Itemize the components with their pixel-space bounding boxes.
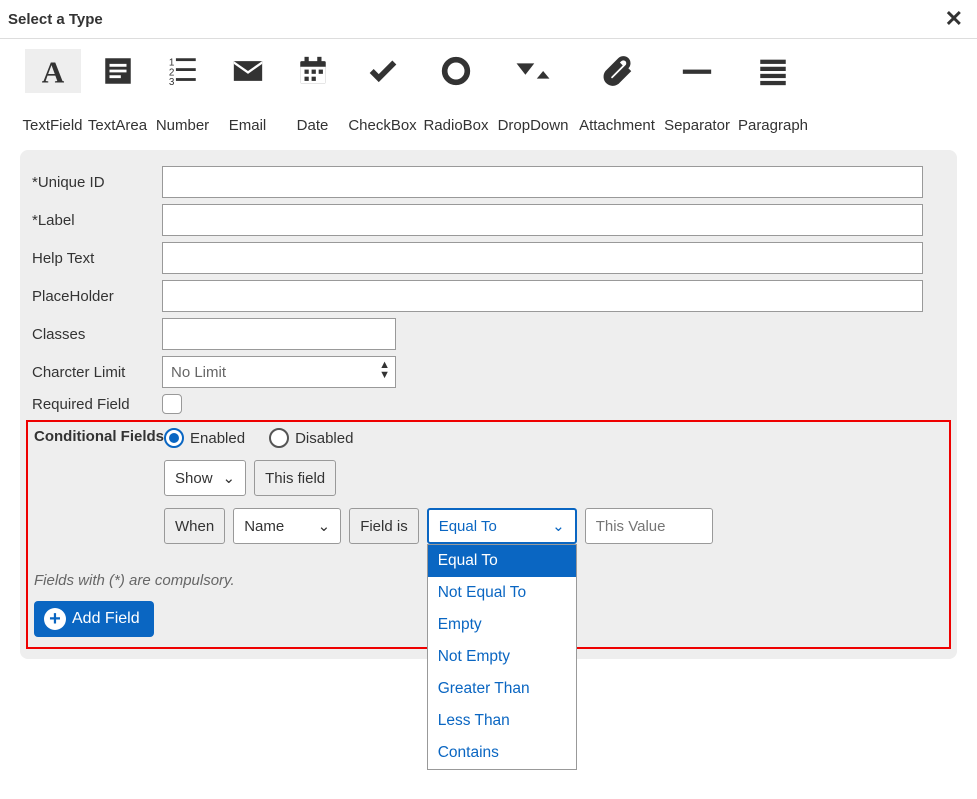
type-paragraph[interactable]: Paragraph <box>734 49 812 134</box>
select-show[interactable]: Show ⌄ <box>164 460 246 496</box>
input-char-limit[interactable] <box>162 356 396 388</box>
label-classes: Classes <box>32 326 162 343</box>
radio-disabled[interactable] <box>269 428 289 448</box>
form-panel: *Unique ID *Label Help Text PlaceHolder … <box>20 150 957 659</box>
row-help-text: Help Text <box>32 242 923 274</box>
field-type-selector: A TextField TextArea 123 Number Email Da… <box>0 39 977 134</box>
option-contains[interactable]: Contains <box>428 737 576 769</box>
option-not-equal-to[interactable]: Not Equal To <box>428 577 576 609</box>
select-operator[interactable]: Equal To ⌄ <box>427 508 577 544</box>
textarea-icon <box>90 49 146 93</box>
option-less-than[interactable]: Less Than <box>428 705 576 737</box>
row-required: Required Field <box>32 394 923 414</box>
type-label: RadioBox <box>423 117 488 134</box>
svg-text:A: A <box>41 54 64 88</box>
conditional-fields-region: Conditional Fields Enabled Disabled Show… <box>26 420 951 649</box>
chevron-down-icon: ⌄ <box>552 517 565 535</box>
chevron-down-icon: ⌄ <box>223 469 236 487</box>
label-field-is: Field is <box>349 508 419 544</box>
input-this-value[interactable] <box>585 508 713 544</box>
row-char-limit: Charcter Limit ▲▼ <box>32 356 923 388</box>
option-empty[interactable]: Empty <box>428 609 576 641</box>
number-icon: 123 <box>155 49 211 93</box>
conditional-fields-label: Conditional Fields <box>34 428 164 445</box>
add-field-button[interactable]: + Add Field <box>34 601 154 637</box>
type-label: DropDown <box>498 117 569 134</box>
label-placeholder: PlaceHolder <box>32 288 162 305</box>
select-name[interactable]: Name ⌄ <box>233 508 341 544</box>
type-label: TextArea <box>88 117 147 134</box>
textfield-icon: A <box>25 49 81 93</box>
input-unique-id[interactable] <box>162 166 923 198</box>
row-unique-id: *Unique ID <box>32 166 923 198</box>
email-icon <box>220 49 276 93</box>
type-attachment[interactable]: Attachment <box>574 49 660 134</box>
paragraph-icon <box>745 49 801 93</box>
char-limit-stepper[interactable]: ▲▼ <box>379 360 390 380</box>
input-classes[interactable] <box>162 318 396 350</box>
radio-enabled-label: Enabled <box>190 430 245 447</box>
type-label: CheckBox <box>348 117 416 134</box>
checkbox-required[interactable] <box>162 394 182 414</box>
label-required: Required Field <box>32 396 162 413</box>
label-this-field: This field <box>254 460 336 496</box>
plus-circle-icon: + <box>44 608 66 630</box>
label-help-text: Help Text <box>32 250 162 267</box>
input-label[interactable] <box>162 204 923 236</box>
label-when: When <box>164 508 225 544</box>
svg-text:3: 3 <box>168 77 174 88</box>
chevron-down-icon: ⌄ <box>318 517 331 535</box>
input-help-text[interactable] <box>162 242 923 274</box>
type-date[interactable]: Date <box>280 49 345 134</box>
option-greater-than[interactable]: Greater Than <box>428 673 576 705</box>
row-placeholder: PlaceHolder <box>32 280 923 312</box>
type-dropdown[interactable]: DropDown <box>492 49 574 134</box>
type-textarea[interactable]: TextArea <box>85 49 150 134</box>
type-label: Number <box>156 117 209 134</box>
checkbox-icon <box>355 49 411 93</box>
type-textfield[interactable]: A TextField <box>20 49 85 134</box>
type-label: Attachment <box>579 117 655 134</box>
type-label: Separator <box>664 117 730 134</box>
type-label: Date <box>297 117 329 134</box>
attachment-icon <box>589 49 645 93</box>
type-number[interactable]: 123 Number <box>150 49 215 134</box>
modal-title: Select a Type <box>8 11 103 28</box>
option-equal-to[interactable]: Equal To <box>428 545 576 577</box>
type-email[interactable]: Email <box>215 49 280 134</box>
type-label: Paragraph <box>738 117 808 134</box>
label-char-limit: Charcter Limit <box>32 364 162 381</box>
label-label: *Label <box>32 212 162 229</box>
option-not-empty[interactable]: Not Empty <box>428 641 576 673</box>
type-radiobox[interactable]: RadioBox <box>420 49 492 134</box>
separator-icon <box>669 49 725 93</box>
operator-dropdown: Equal To Not Equal To Empty Not Empty Gr… <box>427 544 577 770</box>
radiobox-icon <box>428 49 484 93</box>
input-placeholder[interactable] <box>162 280 923 312</box>
label-unique-id: *Unique ID <box>32 174 162 191</box>
row-label: *Label <box>32 204 923 236</box>
row-classes: Classes <box>32 318 923 350</box>
type-separator[interactable]: Separator <box>660 49 734 134</box>
close-icon[interactable]: ✕ <box>945 6 963 32</box>
radio-enabled[interactable] <box>164 428 184 448</box>
type-checkbox[interactable]: CheckBox <box>345 49 420 134</box>
radio-disabled-label: Disabled <box>295 430 353 447</box>
dropdown-icon <box>505 49 561 93</box>
type-label: Email <box>229 117 267 134</box>
modal-header: Select a Type ✕ <box>0 0 977 39</box>
date-icon <box>285 49 341 93</box>
type-label: TextField <box>22 117 82 134</box>
